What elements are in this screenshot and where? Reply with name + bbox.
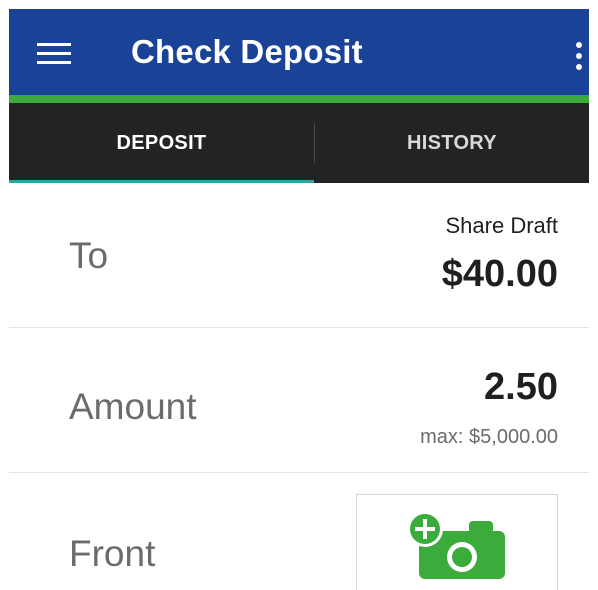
tab-bar: DEPOSIT HISTORY [9, 103, 589, 183]
app-bar: Check Deposit [9, 9, 589, 95]
account-name: Share Draft [445, 213, 559, 238]
front-image-row: Front [9, 473, 589, 590]
tab-history[interactable]: HISTORY [315, 103, 589, 183]
front-capture-button[interactable] [356, 494, 558, 590]
app-bar-accent-stripe [9, 95, 589, 103]
amount-label: Amount [69, 386, 197, 427]
to-account-row[interactable]: To Share Draft $40.00 [9, 183, 589, 327]
amount-value: 2.50 [484, 366, 558, 408]
amount-row[interactable]: Amount 2.50 max: $5,000.00 [9, 328, 589, 472]
to-label: To [69, 235, 109, 276]
page-title: Check Deposit [131, 33, 363, 70]
more-vertical-icon[interactable] [574, 42, 584, 70]
check-deposit-screen: Check Deposit DEPOSIT HISTORY To Share D… [9, 9, 589, 590]
amount-max-limit: max: $5,000.00 [420, 426, 558, 448]
add-camera-icon [407, 511, 505, 579]
tab-deposit[interactable]: DEPOSIT [9, 103, 314, 183]
hamburger-menu-icon[interactable] [37, 43, 71, 65]
account-balance: $40.00 [441, 253, 558, 295]
front-label: Front [69, 533, 156, 574]
